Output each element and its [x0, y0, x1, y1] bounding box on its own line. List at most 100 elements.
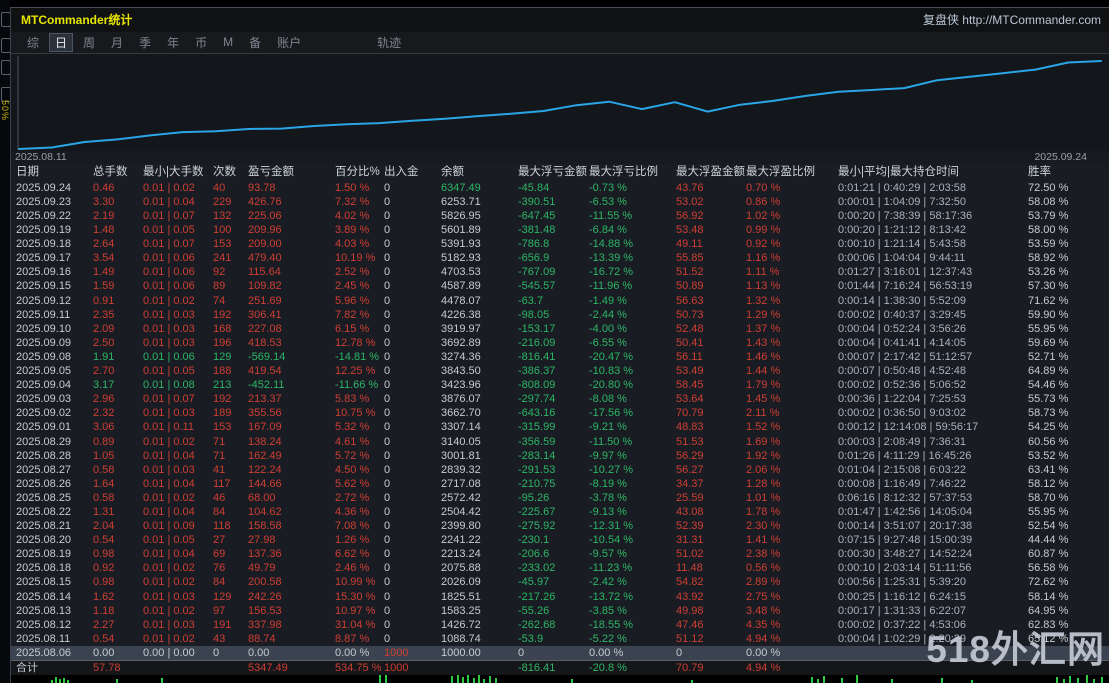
- cell-win_rate: 58.08 %: [1028, 195, 1069, 208]
- cell-cash_flow: 0: [384, 210, 391, 222]
- table-row[interactable]: 2025.08.18 0.92 0.01 | 0.02 76 49.79 2.46 % 0 2…: [11, 561, 1109, 575]
- table-row[interactable]: 2025.08.26 1.64 0.01 | 0.04 117 144.66 5.62 %…: [11, 477, 1109, 491]
- table-row[interactable]: 2025.08.13 1.18 0.01 | 0.02 97 156.53 10.97 %…: [11, 604, 1109, 618]
- menu-item-bi[interactable]: 币: [189, 33, 213, 52]
- cell-max_float_profit_pct: 0.92 %: [746, 238, 781, 251]
- cell-date: 2025.08.12: [16, 618, 72, 631]
- cell-trades: 192: [213, 308, 232, 321]
- table-row[interactable]: 2025.09.17 3.54 0.01 | 0.06 241 479.40 10.19 …: [11, 251, 1109, 265]
- cell-trades: 97: [213, 604, 226, 617]
- table-row[interactable]: 2025.09.23 3.30 0.01 | 0.04 229 426.76 7.32 %…: [11, 195, 1109, 209]
- table-row[interactable]: 2025.08.19 0.98 0.01 | 0.04 69 137.36 6.62 % 0…: [11, 547, 1109, 561]
- menu-item-nian[interactable]: 年: [161, 33, 185, 52]
- cell-balance: 2572.42: [441, 491, 481, 504]
- cell-hold_time: 0:00:56 | 1:25:31 | 5:39:20: [838, 576, 967, 589]
- table-row[interactable]: 2025.08.11 0.54 0.01 | 0.02 43 88.74 8.87 % 0 1…: [11, 632, 1109, 646]
- table-row[interactable]: 2025.08.14 1.62 0.01 | 0.03 129 242.26 15.30 …: [11, 590, 1109, 604]
- cell-date: 2025.09.24: [16, 181, 72, 194]
- cell-cash_flow: 0: [384, 421, 391, 434]
- cell-balance: 2075.88: [441, 562, 481, 575]
- table-row[interactable]: 2025.08.15 0.98 0.01 | 0.02 84 200.58 10.99 %…: [11, 575, 1109, 589]
- cell-pct: 5.32 %: [335, 421, 370, 434]
- table-row[interactable]: 2025.09.02 2.32 0.01 | 0.03 189 355.56 10.75 …: [11, 406, 1109, 420]
- table-row[interactable]: 2025.08.21 2.04 0.01 | 0.09 118 158.58 7.08 %…: [11, 519, 1109, 533]
- cell-balance: 1825.51: [441, 590, 481, 603]
- cell-hold_time: 0:00:20 | 7:38:39 | 58:17:36: [838, 210, 973, 222]
- cell-min_max_lots: 0.01 | 0.04: [143, 449, 195, 462]
- column-header-max_float_profit: 最大浮盈金额: [676, 165, 745, 178]
- menu-item-bei[interactable]: 备: [243, 33, 267, 52]
- cell-cash_flow: 0: [384, 181, 391, 194]
- cell-max_float_profit_pct: 1.43 %: [746, 336, 781, 349]
- table-row[interactable]: 2025.09.12 0.91 0.01 | 0.02 74 251.69 5.96 % 0…: [11, 294, 1109, 308]
- column-header-max_float_loss_pct: 最大浮亏比例: [589, 165, 658, 178]
- table-row[interactable]: 2025.09.05 2.70 0.01 | 0.05 188 419.54 12.25 …: [11, 364, 1109, 378]
- cell-trades: 84: [213, 576, 226, 589]
- cell-max_float_profit_pct: 1.78 %: [746, 505, 781, 518]
- cell-pnl: 115.64: [248, 266, 281, 279]
- brand-link[interactable]: 复盘侠 http://MTCommander.com: [923, 11, 1101, 28]
- cell-win_rate: 59.69 %: [1028, 336, 1069, 349]
- menu-item-guiji[interactable]: 轨迹: [371, 33, 407, 52]
- menu-item-zong[interactable]: 综: [21, 33, 45, 52]
- cell-win_rate: 57.30 %: [1028, 280, 1069, 293]
- cell-min_max_lots: 0.01 | 0.03: [143, 308, 195, 321]
- cell-pnl: 88.74: [248, 632, 276, 645]
- cell-balance: 4226.38: [441, 308, 481, 321]
- menu-item-ri[interactable]: 日: [49, 32, 74, 52]
- cell-max_float_loss: -381.48: [518, 224, 556, 237]
- cell-max_float_loss_pct: -11.50 %: [589, 435, 633, 448]
- table-row[interactable]: 2025.08.12 2.27 0.01 | 0.03 191 337.98 31.04 …: [11, 618, 1109, 632]
- cell-pnl: 0.00: [248, 646, 270, 659]
- cell-pct: 4.50 %: [335, 463, 370, 476]
- cell-hold_time: 0:00:02 | 0:37:22 | 4:53:06: [838, 618, 967, 631]
- cell-pnl: 479.40: [248, 252, 282, 265]
- menu-item-zhou[interactable]: 周: [77, 33, 101, 52]
- screen: 50% MTCommander统计 复盘侠 http://MTCommander…: [0, 0, 1109, 683]
- cell-trades: 100: [213, 224, 232, 237]
- table-row[interactable]: 2025.09.18 2.64 0.01 | 0.07 153 209.00 4.03 %…: [11, 237, 1109, 251]
- cell-hold_time: 0:01:27 | 3:16:01 | 12:37:43: [838, 266, 973, 279]
- cell-max_float_profit: 50.89: [676, 280, 704, 293]
- cell-balance: 1583.25: [441, 604, 481, 617]
- table-row[interactable]: 2025.08.22 1.31 0.01 | 0.04 84 104.62 4.36 % 0…: [11, 505, 1109, 519]
- cell-date: 2025.09.02: [16, 407, 72, 420]
- table-row[interactable]: 2025.08.06 0.00 0.00 | 0.00 0 0.00 0.00 % 1000…: [11, 645, 1109, 660]
- table-row[interactable]: 2025.09.11 2.35 0.01 | 0.03 192 306.41 7.82 %…: [11, 308, 1109, 322]
- table-row[interactable]: 2025.08.20 0.54 0.01 | 0.05 27 27.98 1.26 % 0 2…: [11, 533, 1109, 547]
- table-row[interactable]: 2025.09.04 3.17 0.01 | 0.08 213 -452.11 -11.6…: [11, 378, 1109, 392]
- activity-bar: [457, 674, 459, 683]
- menu-item-M[interactable]: M: [217, 34, 239, 50]
- table-row[interactable]: 2025.08.28 1.05 0.01 | 0.04 71 162.49 5.72 % 0…: [11, 449, 1109, 463]
- table-row[interactable]: 2025.09.15 1.59 0.01 | 0.06 89 109.82 2.45 % 0…: [11, 279, 1109, 293]
- cell-cash_flow: 0: [384, 365, 391, 378]
- table-row[interactable]: 2025.08.25 0.58 0.01 | 0.02 46 68.00 2.72 % 0 2…: [11, 491, 1109, 505]
- table-row[interactable]: 2025.08.27 0.58 0.01 | 0.03 41 122.24 4.50 % 0…: [11, 463, 1109, 477]
- cell-date: 2025.09.01: [16, 421, 72, 434]
- table-row[interactable]: 2025.09.24 0.46 0.01 | 0.02 40 93.78 1.50 % 0 6…: [11, 181, 1109, 195]
- table-row[interactable]: 2025.08.29 0.89 0.01 | 0.02 71 138.24 4.61 % 0…: [11, 435, 1109, 449]
- menu-item-ji[interactable]: 季: [133, 33, 157, 52]
- cell-max_float_profit_pct: 1.69 %: [746, 435, 781, 448]
- cell-hold_time: 0:00:17 | 1:31:33 | 6:22:07: [838, 604, 967, 617]
- cell-total_lots: 0.58: [93, 491, 115, 504]
- window-title: MTCommander统计: [21, 13, 133, 28]
- cell-cash_flow: 0: [384, 280, 391, 293]
- table-row[interactable]: 2025.09.10 2.09 0.01 | 0.03 168 227.08 6.15 %…: [11, 322, 1109, 336]
- table-row[interactable]: 2025.09.09 2.50 0.01 | 0.03 196 418.53 12.78 …: [11, 336, 1109, 350]
- menu-item-zhanghu[interactable]: 账户: [271, 33, 307, 52]
- menu-item-yue[interactable]: 月: [105, 33, 129, 52]
- table-row[interactable]: 2025.09.22 2.19 0.01 | 0.07 132 225.06 4.02 %…: [11, 209, 1109, 223]
- table-row[interactable]: 2025.09.16 1.49 0.01 | 0.06 92 115.64 2.52 % 0…: [11, 265, 1109, 279]
- cell-cash_flow: 0: [384, 195, 391, 208]
- table-row[interactable]: 2025.09.01 3.06 0.01 | 0.11 153 167.09 5.32 %…: [11, 420, 1109, 434]
- table-row[interactable]: 2025.09.08 1.91 0.01 | 0.06 129 -569.14 -14.8…: [11, 350, 1109, 364]
- cell-balance: 2717.08: [441, 477, 481, 490]
- cell-hold_time: 0:00:01 | 1:04:09 | 7:32:50: [838, 195, 967, 208]
- cell-date: 2025.09.04: [16, 379, 72, 392]
- table-row[interactable]: 2025.09.19 1.48 0.01 | 0.05 100 209.96 3.89 %…: [11, 223, 1109, 237]
- cell-date: 2025.08.29: [16, 435, 72, 448]
- cell-hold_time: 0:00:07 | 0:50:48 | 4:52:48: [838, 365, 967, 378]
- cell-pnl: 337.98: [248, 618, 282, 631]
- table-row[interactable]: 2025.09.03 2.96 0.01 | 0.07 192 213.37 5.83 %…: [11, 392, 1109, 406]
